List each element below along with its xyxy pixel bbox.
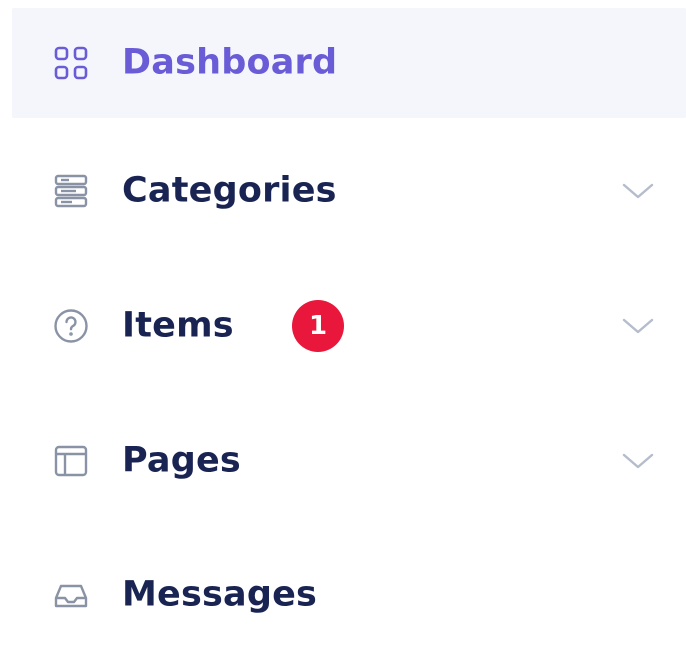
notification-badge: 1 xyxy=(292,300,344,352)
sidebar-item-pages[interactable]: Pages xyxy=(12,406,686,516)
dashboard-grid-icon xyxy=(52,44,90,82)
sidebar-item-dashboard[interactable]: Dashboard xyxy=(12,8,686,118)
chevron-down-icon[interactable] xyxy=(618,180,658,202)
layout-window-icon xyxy=(52,442,90,480)
chevron-down-icon[interactable] xyxy=(618,450,658,472)
inbox-tray-icon xyxy=(52,576,90,614)
question-circle-icon xyxy=(52,307,90,345)
sidebar-item-label: Dashboard xyxy=(122,42,338,83)
sidebar-item-label: Messages xyxy=(122,574,318,615)
sidebar-nav: Dashboard Categories Items 1 Pages Messa… xyxy=(0,0,686,625)
categories-stack-icon xyxy=(52,172,90,210)
chevron-down-icon[interactable] xyxy=(618,315,658,337)
sidebar-item-label: Categories xyxy=(122,170,337,211)
sidebar-item-categories[interactable]: Categories xyxy=(12,136,686,246)
sidebar-item-label: Items xyxy=(122,305,234,346)
sidebar-item-items[interactable]: Items 1 xyxy=(12,271,686,381)
sidebar-item-label: Pages xyxy=(122,440,241,481)
sidebar-item-messages[interactable]: Messages xyxy=(12,540,686,650)
